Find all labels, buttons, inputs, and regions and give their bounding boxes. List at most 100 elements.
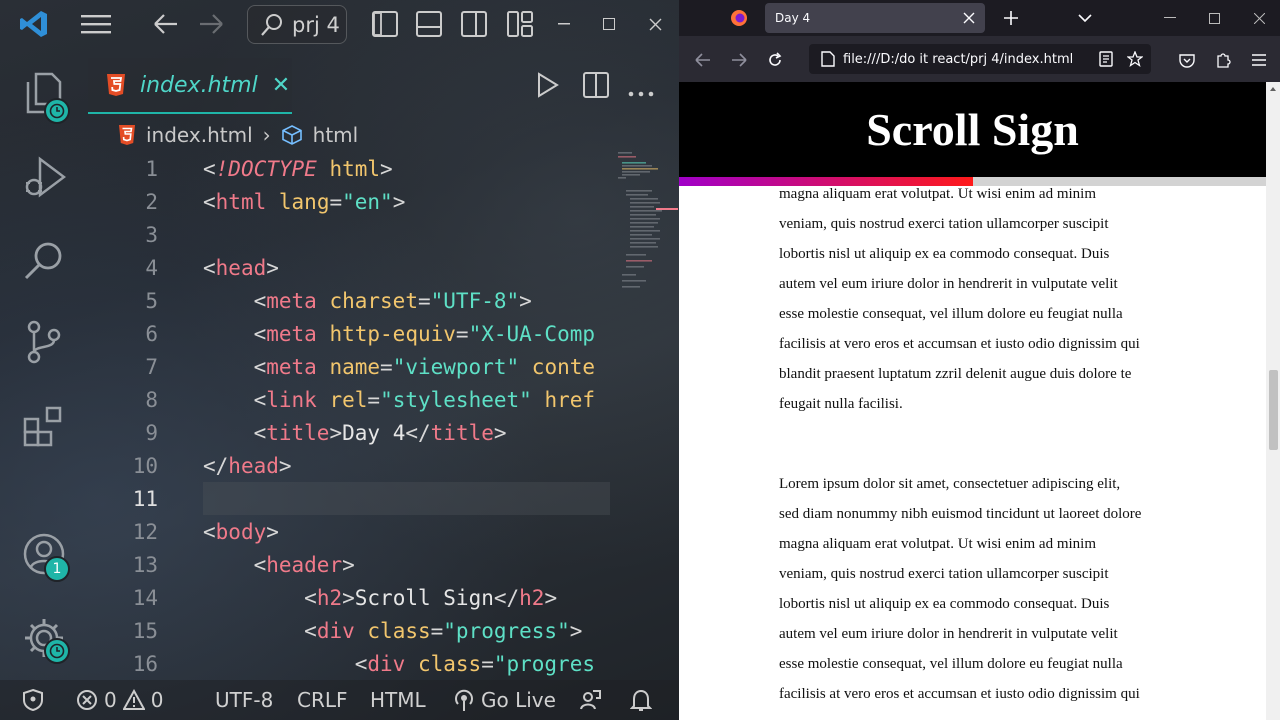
extensions-icon[interactable] xyxy=(22,404,66,448)
code-text: <link rel="stylesheet" href xyxy=(253,387,596,412)
go-live-button[interactable]: Go Live xyxy=(453,680,556,720)
browser-tab[interactable]: Day 4 xyxy=(765,3,985,33)
line-number: 16 xyxy=(132,651,158,676)
code-line[interactable]: 15 <div class="progress"> xyxy=(88,614,610,647)
paragraph-line: magna aliquam erat volutpat. Ut wisi eni… xyxy=(779,536,1097,552)
code-line[interactable]: 8 <link rel="stylesheet" href xyxy=(88,383,610,416)
toggle-secondary-sidebar-icon[interactable] xyxy=(459,8,489,40)
list-tabs-chevron-icon[interactable] xyxy=(1075,8,1095,28)
code-line[interactable]: 12 <body> xyxy=(88,515,610,548)
scroll-progress-track xyxy=(679,177,1266,186)
code-text: </head> xyxy=(203,453,292,478)
code-text: <meta name="viewport" conte xyxy=(253,354,596,379)
code-line[interactable]: 2 <html lang="en"> xyxy=(88,185,610,218)
tab-close-icon[interactable]: ✕ xyxy=(272,73,290,98)
browser-tab-title: Day 4 xyxy=(775,11,811,25)
activity-bar: 1 xyxy=(0,48,88,678)
problems-indicator[interactable]: 0 0 xyxy=(76,680,163,720)
page-header: Scroll Sign xyxy=(679,82,1266,177)
code-line[interactable]: 9 <title>Day 4</title> xyxy=(88,416,610,449)
code-text: <!DOCTYPE html> xyxy=(203,156,393,181)
paragraph-line: esse molestie consequat, vel illum dolor… xyxy=(779,306,1123,322)
ff-minimize-icon[interactable] xyxy=(1160,8,1180,28)
minimap[interactable] xyxy=(616,150,678,310)
vscode-titlebar: prj 4 xyxy=(0,0,679,48)
accounts-icon[interactable]: 1 xyxy=(22,532,70,582)
encoding-indicator[interactable]: UTF-8 xyxy=(215,680,273,720)
run-debug-icon[interactable] xyxy=(22,156,66,200)
paragraph-line: sed diam nonummy nibh euismod tincidunt … xyxy=(779,506,1142,522)
code-text: <head> xyxy=(203,255,279,280)
paragraph-line: feugait nulla facilisi. xyxy=(779,396,903,412)
warning-icon xyxy=(122,689,145,710)
html5-icon xyxy=(107,74,125,96)
code-line[interactable]: 16 <div class="progres xyxy=(88,647,610,680)
code-line[interactable]: 14 <h2>Scroll Sign</h2> xyxy=(88,581,610,614)
forward-arrow-icon[interactable] xyxy=(195,8,227,40)
breadcrumb-symbol[interactable]: html xyxy=(313,123,359,147)
ff-reload-icon[interactable] xyxy=(765,50,785,70)
reader-view-icon[interactable] xyxy=(1099,51,1113,67)
code-line[interactable]: 3 xyxy=(88,218,610,251)
ff-close-icon[interactable] xyxy=(1249,8,1269,28)
maximize-icon[interactable] xyxy=(598,8,620,40)
new-tab-icon[interactable] xyxy=(1001,8,1021,28)
breadcrumb-file[interactable]: index.html xyxy=(146,123,253,147)
pocket-icon[interactable] xyxy=(1177,50,1197,70)
close-window-icon[interactable] xyxy=(644,8,666,40)
minimize-icon[interactable] xyxy=(553,8,575,40)
language-mode[interactable]: HTML xyxy=(370,680,426,720)
eol-indicator[interactable]: CRLF xyxy=(297,680,348,720)
cube-icon xyxy=(281,125,302,145)
ff-maximize-icon[interactable] xyxy=(1204,8,1224,28)
page-scrollbar[interactable] xyxy=(1266,82,1280,720)
code-line[interactable]: 4 <head> xyxy=(88,251,610,284)
clock-badge-icon xyxy=(44,638,70,664)
code-line[interactable]: 6 <meta http-equiv="X-UA-Comp xyxy=(88,317,610,350)
code-line[interactable]: 1 <!DOCTYPE html> xyxy=(88,152,610,185)
command-center-search[interactable]: prj 4 xyxy=(247,5,347,44)
firefox-window: Day 4 file:///D:/do it react/prj 4/index… xyxy=(679,0,1280,720)
app-menu-icon[interactable] xyxy=(1249,50,1269,70)
tab-label: index.html xyxy=(140,72,258,98)
code-text: <body> xyxy=(203,519,279,544)
explorer-icon[interactable] xyxy=(22,72,70,124)
notifications-bell-icon[interactable] xyxy=(630,680,652,720)
back-arrow-icon[interactable] xyxy=(150,8,182,40)
code-line[interactable]: 5 <meta charset="UTF-8"> xyxy=(88,284,610,317)
extensions-puzzle-icon[interactable] xyxy=(1213,50,1233,70)
firefox-logo-icon[interactable] xyxy=(729,8,749,28)
line-number: 5 xyxy=(145,288,158,313)
ff-back-icon[interactable] xyxy=(693,50,713,70)
line-number: 11 xyxy=(132,486,158,511)
url-bar[interactable]: file:///D:/do it react/prj 4/index.html xyxy=(809,44,1151,74)
remote-shield-icon[interactable] xyxy=(22,680,44,720)
scroll-thumb[interactable] xyxy=(1269,370,1278,450)
search-sidebar-icon[interactable] xyxy=(22,238,66,282)
tab-close-icon[interactable] xyxy=(963,12,975,24)
tab-index-html[interactable]: index.html ✕ xyxy=(88,58,292,114)
paragraph-line: Lorem ipsum dolor sit amet, consectetuer… xyxy=(779,476,1121,492)
more-actions-icon[interactable] xyxy=(628,82,654,101)
menu-icon[interactable] xyxy=(78,8,114,40)
line-number: 15 xyxy=(132,618,158,643)
bookmark-star-icon[interactable] xyxy=(1127,51,1143,67)
manage-gear-icon[interactable] xyxy=(22,616,70,664)
code-line[interactable]: 13 <header> xyxy=(88,548,610,581)
code-line[interactable]: 11 xyxy=(88,482,610,515)
breadcrumb: index.html › html xyxy=(118,120,358,150)
feedback-icon[interactable] xyxy=(578,680,602,720)
ff-forward-icon[interactable] xyxy=(729,50,749,70)
line-number: 2 xyxy=(145,189,158,214)
toggle-panel-icon[interactable] xyxy=(414,8,444,40)
code-line[interactable]: 10 </head> xyxy=(88,449,610,482)
run-icon[interactable] xyxy=(536,72,560,102)
split-editor-icon[interactable] xyxy=(583,72,609,102)
code-editor[interactable]: 1 <!DOCTYPE html> 2 <html lang="en"> 3 4 <head… xyxy=(88,152,610,680)
status-bar: 0 0 UTF-8 CRLF HTML Go Live xyxy=(0,680,679,720)
scroll-up-arrow-icon[interactable] xyxy=(1266,84,1280,94)
code-line[interactable]: 7 <meta name="viewport" conte xyxy=(88,350,610,383)
customize-layout-icon[interactable] xyxy=(505,8,535,40)
source-control-icon[interactable] xyxy=(22,320,66,364)
toggle-sidebar-icon[interactable] xyxy=(370,8,400,40)
